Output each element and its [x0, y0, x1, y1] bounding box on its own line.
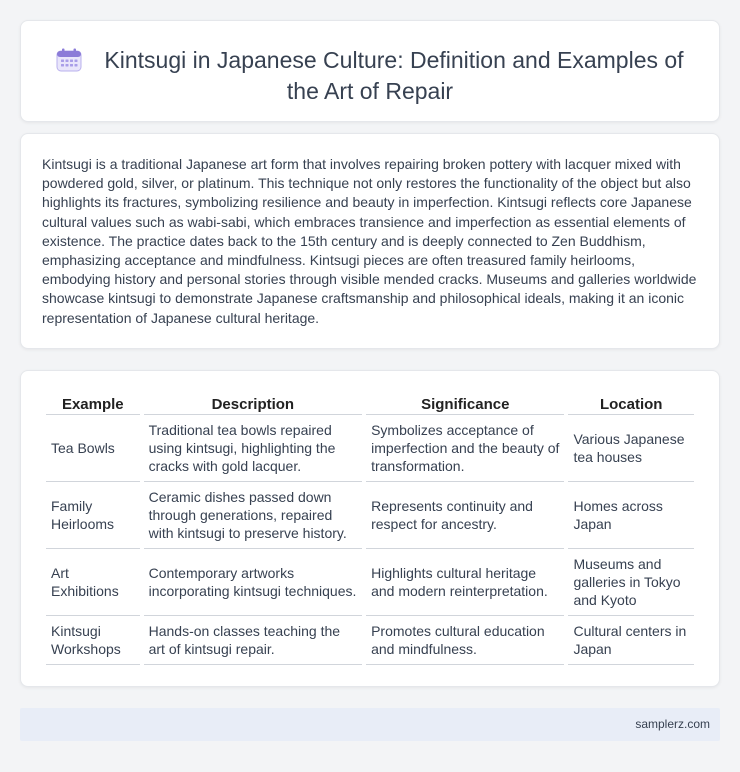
table-cell-description: Ceramic dishes passed down through gener… [143, 482, 363, 549]
intro-card: Kintsugi is a traditional Japanese art f… [20, 133, 720, 349]
table-cell-location: Cultural centers in Japan [568, 616, 694, 665]
table-cell-example: Family Heirlooms [46, 482, 140, 549]
table-card: Example Description Significance Locatio… [20, 370, 720, 687]
intro-paragraph: Kintsugi is a traditional Japanese art f… [42, 156, 697, 326]
table-cell-description: Contemporary artworks incorporating kint… [143, 549, 363, 616]
column-header: Location [568, 395, 694, 415]
table-header-row: Example Description Significance Locatio… [46, 395, 694, 415]
table-cell-example: Art Exhibitions [46, 549, 140, 616]
table-cell-location: Museums and galleries in Tokyo and Kyoto [568, 549, 694, 616]
table-cell-significance: Represents continuity and respect for an… [366, 482, 565, 549]
table-cell-significance: Highlights cultural heritage and modern … [366, 549, 565, 616]
table-cell-description: Hands-on classes teaching the art of kin… [143, 616, 363, 665]
page-title: Kintsugi in Japanese Culture: Definition… [104, 47, 684, 104]
table-cell-example: Kintsugi Workshops [46, 616, 140, 665]
table-cell-location: Various Japanese tea houses [568, 415, 694, 482]
table-row: Art Exhibitions Contemporary artworks in… [46, 549, 694, 616]
page-title-wrap: Kintsugi in Japanese Culture: Definition… [21, 45, 719, 107]
table-row: Kintsugi Workshops Hands-on classes teac… [46, 616, 694, 665]
table-cell-location: Homes across Japan [568, 482, 694, 549]
table-row: Family Heirlooms Ceramic dishes passed d… [46, 482, 694, 549]
footer-bar: samplerz.com [20, 708, 720, 741]
table-cell-significance: Symbolizes acceptance of imperfection an… [366, 415, 565, 482]
column-header: Description [143, 395, 363, 415]
footer-site-link[interactable]: samplerz.com [635, 717, 710, 731]
table-cell-significance: Promotes cultural education and mindfuln… [366, 616, 565, 665]
table-cell-description: Traditional tea bowls repaired using kin… [143, 415, 363, 482]
column-header: Significance [366, 395, 565, 415]
table-cell-example: Tea Bowls [46, 415, 140, 482]
table-row: Tea Bowls Traditional tea bowls repaired… [46, 415, 694, 482]
examples-table: Example Description Significance Locatio… [42, 395, 698, 665]
title-card: Kintsugi in Japanese Culture: Definition… [20, 20, 720, 122]
calendar-icon [56, 48, 82, 72]
column-header: Example [46, 395, 140, 415]
